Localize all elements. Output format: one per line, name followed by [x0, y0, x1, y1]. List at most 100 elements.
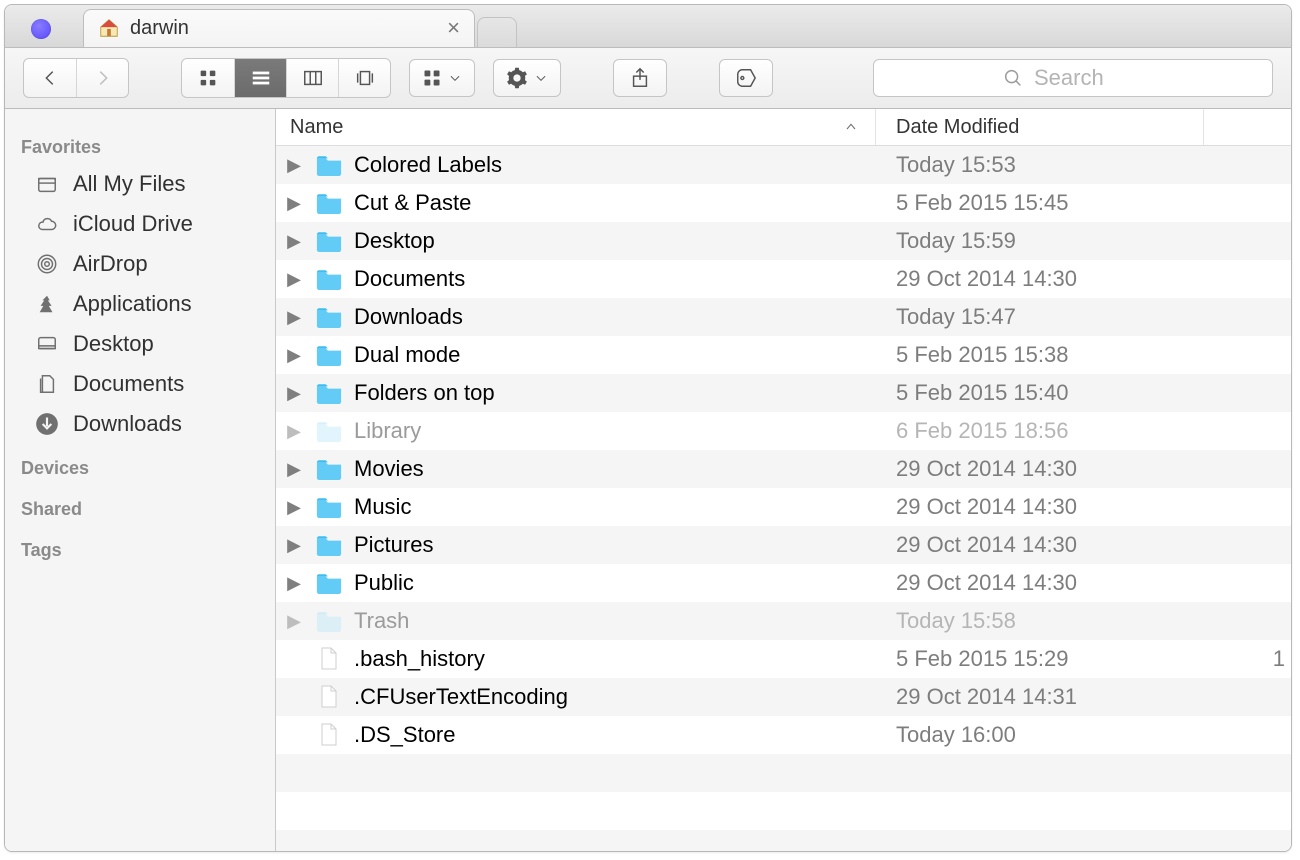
item-name: Trash — [354, 608, 409, 634]
date-cell: Today 15:59 — [876, 228, 1204, 254]
sidebar-item-airdrop[interactable]: AirDrop — [5, 244, 275, 284]
disclosure-triangle-icon[interactable]: ▶ — [284, 155, 304, 176]
folder-row[interactable]: ▶ Colored LabelsToday 15:53 — [276, 146, 1291, 184]
disclosure-triangle-icon[interactable]: ▶ — [284, 269, 304, 290]
folder-icon — [314, 609, 344, 633]
name-cell: .CFUserTextEncoding — [276, 684, 876, 710]
item-name: Pictures — [354, 532, 433, 558]
action-menu-button[interactable] — [493, 59, 561, 97]
disclosure-triangle-icon[interactable]: ▶ — [284, 231, 304, 252]
file-rows[interactable]: ▶ Colored LabelsToday 15:53▶ Cut & Paste… — [276, 146, 1291, 851]
column-header-name[interactable]: Name — [276, 109, 876, 145]
folder-row[interactable]: ▶ Folders on top5 Feb 2015 15:40 — [276, 374, 1291, 412]
folder-icon — [314, 571, 344, 595]
disclosure-triangle-icon[interactable]: ▶ — [284, 193, 304, 214]
disclosure-triangle-icon[interactable]: ▶ — [284, 573, 304, 594]
disclosure-triangle-icon[interactable]: ▶ — [284, 421, 304, 442]
list-view-button[interactable] — [234, 59, 286, 97]
back-button[interactable] — [24, 59, 76, 97]
disclosure-triangle-icon[interactable]: ▶ — [284, 611, 304, 632]
folder-row[interactable]: ▶ TrashToday 15:58 — [276, 602, 1291, 640]
sidebar-item-desktop[interactable]: Desktop — [5, 324, 275, 364]
disclosure-triangle-icon[interactable]: ▶ — [284, 383, 304, 404]
disclosure-triangle-icon[interactable]: ▶ — [284, 535, 304, 556]
folder-icon — [314, 533, 344, 557]
name-cell: ▶ Trash — [276, 608, 876, 634]
folder-icon — [314, 191, 344, 215]
search-icon — [1002, 67, 1024, 89]
sidebar-item-applications[interactable]: Applications — [5, 284, 275, 324]
sidebar-item-icloud[interactable]: iCloud Drive — [5, 204, 275, 244]
disclosure-triangle-icon[interactable]: ▶ — [284, 459, 304, 480]
date-cell: 29 Oct 2014 14:30 — [876, 266, 1204, 292]
sidebar-item-all-my-files[interactable]: All My Files — [5, 164, 275, 204]
folder-row[interactable]: ▶ DesktopToday 15:59 — [276, 222, 1291, 260]
arrange-menu-button[interactable] — [409, 59, 475, 97]
sidebar-item-documents[interactable]: Documents — [5, 364, 275, 404]
file-icon — [314, 723, 344, 747]
folder-row[interactable]: ▶ DownloadsToday 15:47 — [276, 298, 1291, 336]
home-icon — [98, 17, 120, 39]
folder-icon — [314, 419, 344, 443]
window-dot-icon[interactable] — [31, 19, 51, 39]
disclosure-triangle-icon[interactable]: ▶ — [284, 307, 304, 328]
folder-row[interactable]: ▶ Dual mode5 Feb 2015 15:38 — [276, 336, 1291, 374]
icon-view-button[interactable] — [182, 59, 234, 97]
toolbar — [5, 48, 1291, 109]
tab-bar: darwin × — [5, 5, 1291, 48]
search-input[interactable] — [1034, 65, 1144, 91]
name-cell: ▶ Colored Labels — [276, 152, 876, 178]
column-header-extra[interactable] — [1204, 109, 1291, 145]
date-cell: Today 15:47 — [876, 304, 1204, 330]
search-field[interactable] — [873, 59, 1273, 97]
tags-button[interactable] — [719, 59, 773, 97]
date-cell: 5 Feb 2015 15:38 — [876, 342, 1204, 368]
file-listing: Name Date Modified ▶ Colored LabelsToday… — [276, 109, 1291, 851]
tab-current[interactable]: darwin × — [83, 9, 475, 47]
tab-close-button[interactable]: × — [447, 17, 460, 39]
folder-row[interactable]: ▶ Cut & Paste5 Feb 2015 15:45 — [276, 184, 1291, 222]
folder-row[interactable]: ▶ Pictures 29 Oct 2014 14:30 — [276, 526, 1291, 564]
folder-icon — [314, 305, 344, 329]
folder-icon — [314, 153, 344, 177]
folder-row[interactable]: ▶ Documents29 Oct 2014 14:30 — [276, 260, 1291, 298]
date-cell: 5 Feb 2015 15:29 — [876, 646, 1204, 672]
forward-button[interactable] — [76, 59, 128, 97]
file-row[interactable]: .DS_StoreToday 16:00 — [276, 716, 1291, 754]
sidebar-item-downloads[interactable]: Downloads — [5, 404, 275, 444]
sidebar-item-label: Documents — [73, 371, 184, 397]
file-row[interactable]: .CFUserTextEncoding29 Oct 2014 14:31 — [276, 678, 1291, 716]
sidebar-item-label: Desktop — [73, 331, 154, 357]
name-cell: ▶ Public — [276, 570, 876, 596]
empty-row — [276, 754, 1291, 792]
folder-row[interactable]: ▶ Library6 Feb 2015 18:56 — [276, 412, 1291, 450]
view-segment — [181, 58, 391, 98]
folder-row[interactable]: ▶ Music29 Oct 2014 14:30 — [276, 488, 1291, 526]
folder-icon — [314, 343, 344, 367]
folder-row[interactable]: ▶ Public29 Oct 2014 14:30 — [276, 564, 1291, 602]
item-name: Movies — [354, 456, 424, 482]
name-cell: .DS_Store — [276, 722, 876, 748]
column-headers: Name Date Modified — [276, 109, 1291, 146]
disclosure-triangle-icon[interactable]: ▶ — [284, 497, 304, 518]
file-row[interactable]: .bash_history5 Feb 2015 15:291 — [276, 640, 1291, 678]
sidebar: Favorites All My Files iCloud Drive AirD… — [5, 109, 276, 851]
date-cell: Today 15:58 — [876, 608, 1204, 634]
column-view-button[interactable] — [286, 59, 338, 97]
folder-row[interactable]: ▶ Movies29 Oct 2014 14:30 — [276, 450, 1291, 488]
column-header-date[interactable]: Date Modified — [876, 109, 1204, 145]
date-cell: 29 Oct 2014 14:31 — [876, 684, 1204, 710]
disclosure-triangle-icon[interactable]: ▶ — [284, 345, 304, 366]
new-tab-button[interactable] — [477, 17, 517, 47]
folder-icon — [314, 495, 344, 519]
date-cell: Today 16:00 — [876, 722, 1204, 748]
name-cell: ▶ Documents — [276, 266, 876, 292]
empty-row — [276, 830, 1291, 851]
coverflow-view-button[interactable] — [338, 59, 390, 97]
column-label: Name — [290, 116, 343, 139]
sidebar-item-label: All My Files — [73, 171, 185, 197]
name-cell: ▶ Folders on top — [276, 380, 876, 406]
sidebar-heading-shared: Shared — [5, 485, 275, 526]
date-cell: 29 Oct 2014 14:30 — [876, 532, 1204, 558]
share-button[interactable] — [613, 59, 667, 97]
